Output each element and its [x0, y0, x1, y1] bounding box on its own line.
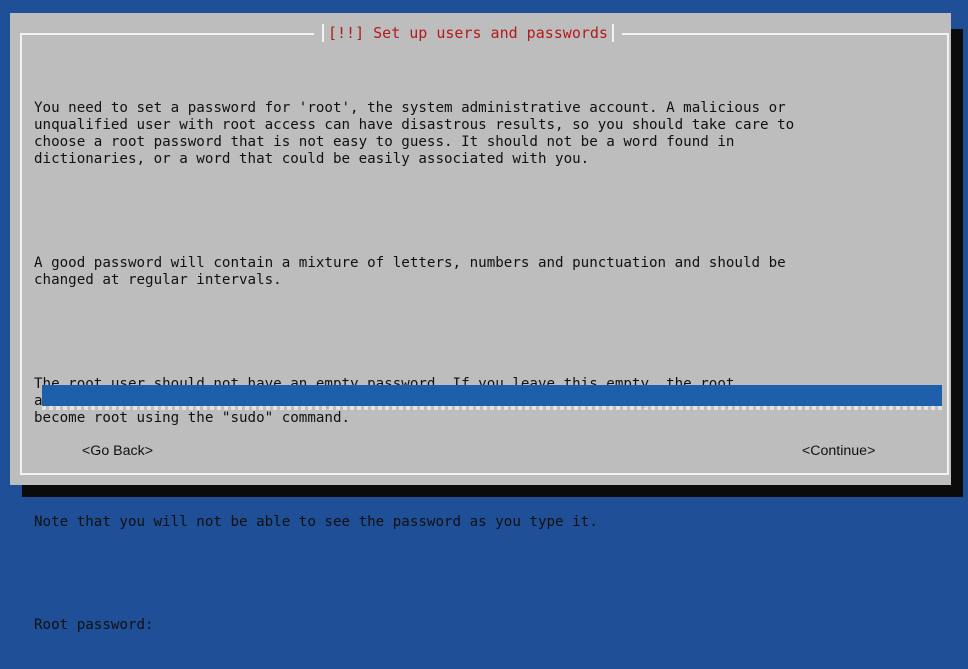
root-password-label: Root password:: [34, 617, 154, 634]
root-password-field-underline: [42, 406, 942, 410]
hidden-password-note: Note that you will not be able to see th…: [34, 513, 598, 530]
title-left-bracket-icon: [322, 24, 324, 42]
continue-button[interactable]: <Continue>: [802, 442, 875, 460]
dialog-title: [!!] Set up users and passwords: [328, 24, 608, 42]
password-advice: A good password will contain a mixture o…: [34, 254, 786, 289]
setup-users-dialog: [!!] Set up users and passwords You need…: [10, 13, 951, 633]
go-back-button[interactable]: <Go Back>: [82, 442, 153, 460]
root-password-field-wrapper: [42, 385, 942, 415]
dialog-content: You need to set a password for 'root', t…: [34, 65, 950, 669]
dialog-title-bar: [!!] Set up users and passwords: [314, 22, 622, 44]
root-password-field[interactable]: [42, 385, 942, 406]
root-password-intro: You need to set a password for 'root', t…: [34, 99, 795, 168]
title-right-bracket-icon: [611, 24, 614, 42]
dialog-shadow-right: [951, 29, 963, 497]
